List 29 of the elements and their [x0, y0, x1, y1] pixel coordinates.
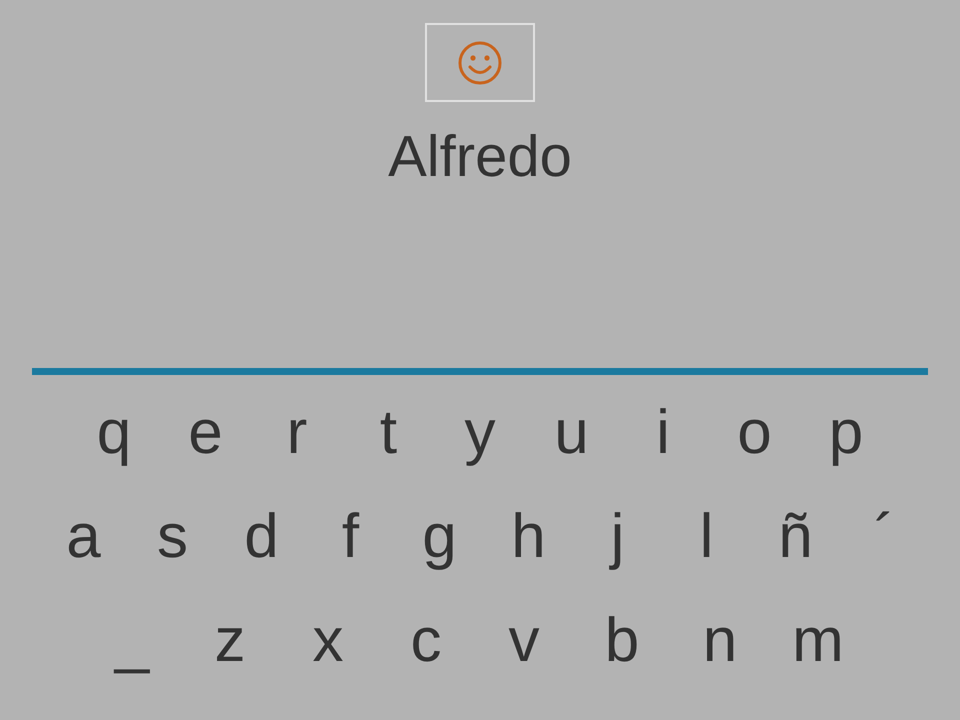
letter-key[interactable]: j — [573, 499, 662, 575]
letter-key[interactable]: o — [708, 395, 800, 471]
letter-key[interactable]: s — [128, 499, 217, 575]
letter-key[interactable]: _ — [83, 603, 181, 679]
letter-key[interactable]: f — [306, 499, 395, 575]
letter-key[interactable]: u — [526, 395, 618, 471]
letter-key[interactable]: c — [377, 603, 475, 679]
letter-key[interactable]: g — [395, 499, 484, 575]
letter-key[interactable]: ñ — [751, 499, 840, 575]
letter-key[interactable]: h — [484, 499, 573, 575]
letter-key[interactable]: ´ — [840, 499, 929, 575]
word-label: Alfredo — [388, 124, 572, 190]
letter-key[interactable]: d — [217, 499, 306, 575]
smiley-icon — [457, 40, 503, 86]
letter-key[interactable]: x — [279, 603, 377, 679]
letter-key[interactable]: b — [573, 603, 671, 679]
letter-key[interactable]: q — [68, 395, 160, 471]
letter-key[interactable]: l — [662, 499, 751, 575]
letter-key[interactable]: y — [434, 395, 526, 471]
letter-key[interactable]: v — [475, 603, 573, 679]
letter-key[interactable]: z — [181, 603, 279, 679]
letter-key[interactable]: i — [617, 395, 709, 471]
letter-key[interactable]: p — [800, 395, 892, 471]
letter-key[interactable]: n — [671, 603, 769, 679]
letter-key[interactable]: a — [39, 499, 128, 575]
letter-key[interactable]: r — [251, 395, 343, 471]
letter-key[interactable]: t — [342, 395, 434, 471]
letter-key[interactable]: e — [160, 395, 252, 471]
letter-key[interactable]: m — [769, 603, 867, 679]
